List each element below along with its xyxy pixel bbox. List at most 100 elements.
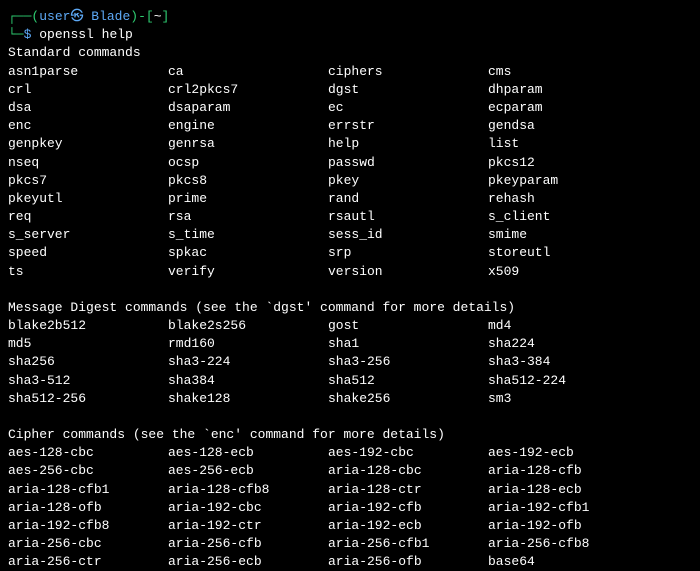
digest-commands: blake2b512blake2s256gostmd4md5rmd160sha1… xyxy=(8,317,692,408)
standard-commands: asn1parsecacipherscmscrlcrl2pkcs7dgstdhp… xyxy=(8,63,692,281)
command-cell: aria-192-ofb xyxy=(488,517,582,535)
command-cell: genpkey xyxy=(8,135,168,153)
command-cell: blake2b512 xyxy=(8,317,168,335)
command-cell: aes-192-cbc xyxy=(328,444,488,462)
command-cell: dsa xyxy=(8,99,168,117)
command-cell: ciphers xyxy=(328,63,488,81)
command-row: aria-256-ctraria-256-ecbaria-256-ofbbase… xyxy=(8,553,692,571)
command-row: aria-128-cfb1aria-128-cfb8aria-128-ctrar… xyxy=(8,481,692,499)
command-cell: aes-128-ecb xyxy=(168,444,328,462)
prompt-at: ㉿ xyxy=(70,9,83,24)
command-cell: sha224 xyxy=(488,335,535,353)
command-cell: spkac xyxy=(168,244,328,262)
command-cell: ecparam xyxy=(488,99,543,117)
prompt-command[interactable]: openssl help xyxy=(39,27,133,42)
command-cell: aes-128-cbc xyxy=(8,444,168,462)
command-cell: ts xyxy=(8,263,168,281)
command-cell: srp xyxy=(328,244,488,262)
command-cell: sha3-512 xyxy=(8,372,168,390)
command-cell: sha1 xyxy=(328,335,488,353)
command-cell: rand xyxy=(328,190,488,208)
command-cell: aria-256-cbc xyxy=(8,535,168,553)
command-row: nseqocsppasswdpkcs12 xyxy=(8,154,692,172)
blank-line xyxy=(8,408,692,426)
command-cell: aria-128-ofb xyxy=(8,499,168,517)
prompt-line-2: └─$ openssl help xyxy=(8,26,692,44)
command-cell: ec xyxy=(328,99,488,117)
command-row: dsadsaparamececparam xyxy=(8,99,692,117)
command-cell: pkcs7 xyxy=(8,172,168,190)
command-cell: aria-192-ecb xyxy=(328,517,488,535)
command-cell: speed xyxy=(8,244,168,262)
command-cell: rsautl xyxy=(328,208,488,226)
command-cell: sm3 xyxy=(488,390,511,408)
command-cell: md4 xyxy=(488,317,511,335)
cipher-commands: aes-128-cbcaes-128-ecbaes-192-cbcaes-192… xyxy=(8,444,692,571)
command-cell: base64 xyxy=(488,553,535,571)
command-cell: aria-192-cfb1 xyxy=(488,499,589,517)
prompt-user: user xyxy=(39,9,70,24)
command-row: aria-192-cfb8aria-192-ctraria-192-ecbari… xyxy=(8,517,692,535)
command-cell: aria-256-cfb8 xyxy=(488,535,589,553)
command-cell: aria-192-cfb xyxy=(328,499,488,517)
command-cell: pkcs8 xyxy=(168,172,328,190)
command-cell: aria-192-cfb8 xyxy=(8,517,168,535)
command-cell: version xyxy=(328,263,488,281)
digest-header: Message Digest commands (see the `dgst' … xyxy=(8,299,692,317)
command-cell: gendsa xyxy=(488,117,535,135)
command-cell: storeutl xyxy=(488,244,550,262)
command-cell: sha512-256 xyxy=(8,390,168,408)
command-cell: aria-128-cfb8 xyxy=(168,481,328,499)
command-cell: aria-128-ecb xyxy=(488,481,582,499)
command-cell: sha512-224 xyxy=(488,372,566,390)
command-cell: genrsa xyxy=(168,135,328,153)
command-cell: aes-256-ecb xyxy=(168,462,328,480)
command-cell: crl2pkcs7 xyxy=(168,81,328,99)
command-row: md5rmd160sha1sha224 xyxy=(8,335,692,353)
command-cell: aria-128-cfb xyxy=(488,462,582,480)
command-cell: blake2s256 xyxy=(168,317,328,335)
command-cell: dsaparam xyxy=(168,99,328,117)
command-cell: dhparam xyxy=(488,81,543,99)
command-cell: aria-256-ctr xyxy=(8,553,168,571)
command-row: encengineerrstrgendsa xyxy=(8,117,692,135)
command-cell: aes-256-cbc xyxy=(8,462,168,480)
command-cell: sha384 xyxy=(168,372,328,390)
command-row: speedspkacsrpstoreutl xyxy=(8,244,692,262)
command-cell: gost xyxy=(328,317,488,335)
command-row: tsverifyversionx509 xyxy=(8,263,692,281)
command-cell: ocsp xyxy=(168,154,328,172)
command-row: pkeyutlprimerandrehash xyxy=(8,190,692,208)
command-cell: aria-192-cbc xyxy=(168,499,328,517)
command-cell: help xyxy=(328,135,488,153)
command-row: crlcrl2pkcs7dgstdhparam xyxy=(8,81,692,99)
command-cell: x509 xyxy=(488,263,519,281)
command-row: reqrsarsautls_client xyxy=(8,208,692,226)
command-cell: dgst xyxy=(328,81,488,99)
command-cell: aria-256-ecb xyxy=(168,553,328,571)
command-cell: s_client xyxy=(488,208,550,226)
command-cell: sha3-256 xyxy=(328,353,488,371)
command-cell: sha512 xyxy=(328,372,488,390)
command-row: sha256sha3-224sha3-256sha3-384 xyxy=(8,353,692,371)
command-cell: prime xyxy=(168,190,328,208)
command-row: s_servers_timesess_idsmime xyxy=(8,226,692,244)
command-row: sha3-512sha384sha512sha512-224 xyxy=(8,372,692,390)
command-cell: engine xyxy=(168,117,328,135)
command-cell: sess_id xyxy=(328,226,488,244)
cipher-header: Cipher commands (see the `enc' command f… xyxy=(8,426,692,444)
prompt-line-1: ┌──(user㉿ Blade)-[~] xyxy=(8,8,692,26)
command-cell: cms xyxy=(488,63,511,81)
command-cell: sha3-384 xyxy=(488,353,550,371)
command-cell: passwd xyxy=(328,154,488,172)
command-cell: aria-256-cfb xyxy=(168,535,328,553)
command-cell: errstr xyxy=(328,117,488,135)
standard-header: Standard commands xyxy=(8,44,692,62)
command-cell: aria-256-ofb xyxy=(328,553,488,571)
blank-line xyxy=(8,281,692,299)
command-row: asn1parsecacipherscms xyxy=(8,63,692,81)
prompt-path: ~ xyxy=(154,9,162,24)
command-cell: aes-192-ecb xyxy=(488,444,574,462)
command-cell: s_time xyxy=(168,226,328,244)
command-row: aes-256-cbcaes-256-ecbaria-128-cbcaria-1… xyxy=(8,462,692,480)
